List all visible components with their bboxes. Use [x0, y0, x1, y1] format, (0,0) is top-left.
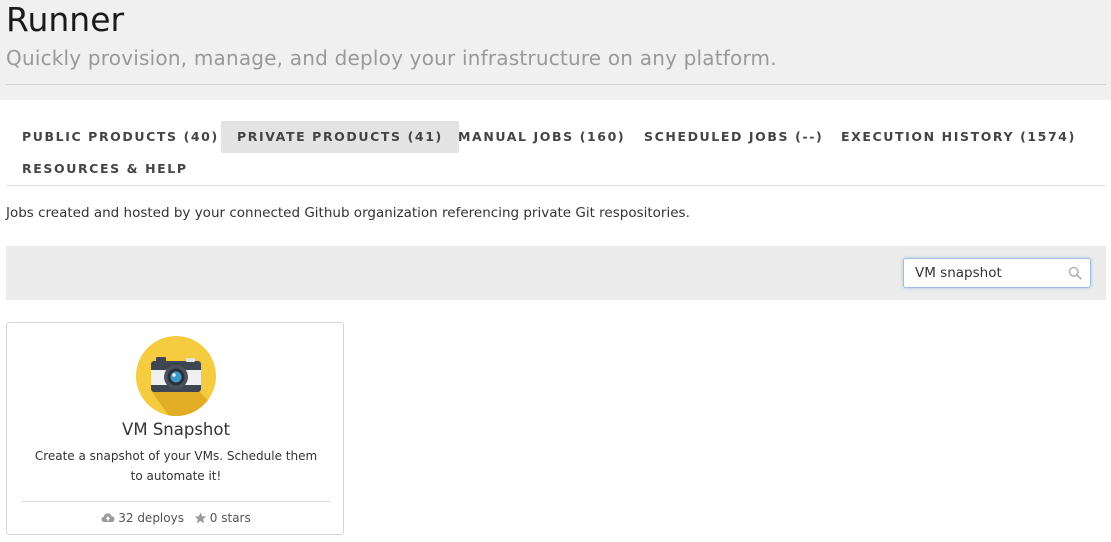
stars-count: 0 stars [209, 510, 251, 525]
search-toolbar [6, 246, 1106, 300]
card-title[interactable]: VM Snapshot [7, 420, 345, 439]
deploys-count: 32 deploys [118, 510, 184, 525]
search-input[interactable] [903, 258, 1091, 288]
camera-icon [136, 336, 216, 416]
tab-description: Jobs created and hosted by your connecte… [6, 205, 690, 221]
tab-resources-help[interactable]: RESOURCES & HELP [6, 153, 204, 185]
cloud-upload-icon [101, 512, 115, 522]
page-title: Runner [6, 0, 125, 39]
tab-scheduled-jobs[interactable]: SCHEDULED JOBS (--) [628, 121, 839, 153]
card-divider [22, 501, 330, 502]
stars-stat[interactable]: 0 stars [194, 511, 251, 525]
search-icon[interactable] [1068, 266, 1082, 280]
tab-execution-history[interactable]: EXECUTION HISTORY (1574) [825, 121, 1092, 153]
card-stats: 32 deploys 0 stars [7, 510, 345, 525]
deploys-stat: 32 deploys [101, 511, 184, 525]
tabs-divider [6, 185, 1106, 186]
page-subtitle: Quickly provision, manage, and deploy yo… [6, 46, 777, 70]
tab-manual-jobs[interactable]: MANUAL JOBS (160) [442, 121, 641, 153]
search-field-wrapper [903, 258, 1091, 288]
tab-public-products[interactable]: PUBLIC PRODUCTS (40) [6, 121, 235, 153]
header-divider [6, 84, 1106, 85]
page-header: Runner Quickly provision, manage, and de… [0, 0, 1111, 100]
star-icon[interactable] [194, 512, 207, 524]
tab-private-products[interactable]: PRIVATE PRODUCTS (41) [221, 121, 459, 153]
product-card[interactable]: VM Snapshot Create a snapshot of your VM… [6, 322, 344, 535]
card-description: Create a snapshot of your VMs. Schedule … [34, 449, 318, 483]
